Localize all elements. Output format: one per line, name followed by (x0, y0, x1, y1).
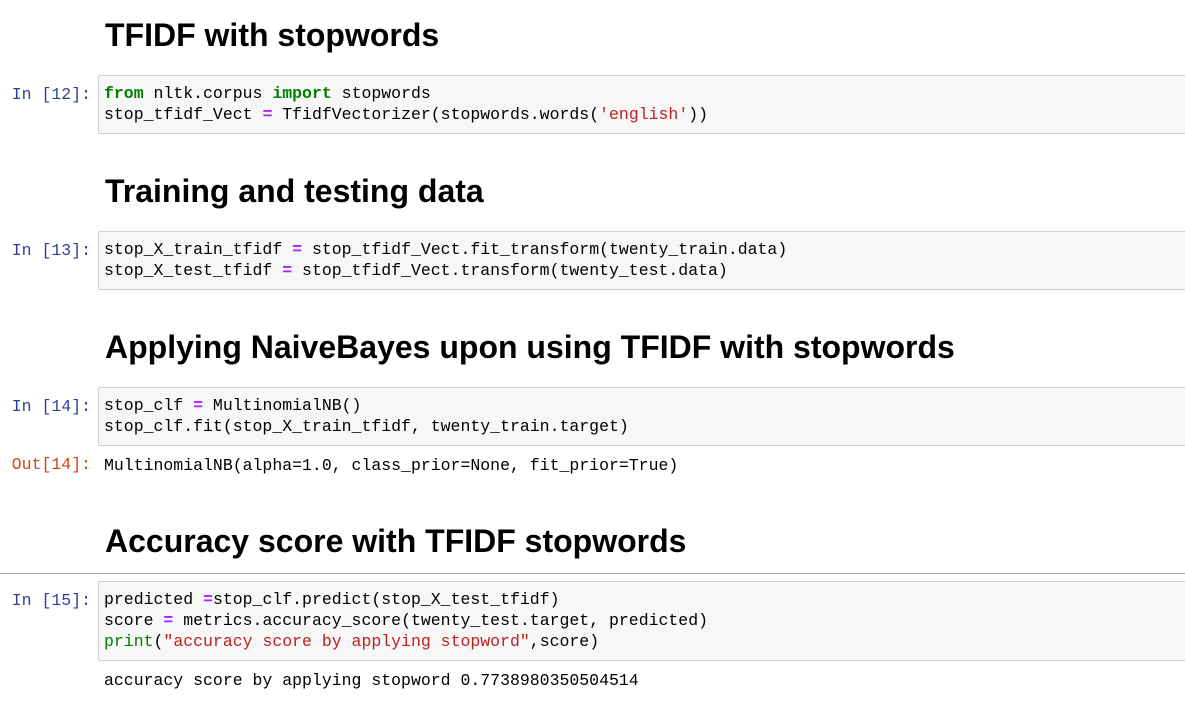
code-line: print("accuracy score by applying stopwo… (104, 631, 1185, 652)
code-cell-editor[interactable]: predicted =stop_clf.predict(stop_X_test_… (98, 581, 1185, 661)
code-token: = (282, 261, 293, 280)
code-token: = (292, 240, 303, 259)
code-token: nltk.corpus (143, 84, 273, 103)
code-line: score = metrics.accuracy_score(twenty_te… (104, 610, 1185, 631)
cell-separator (0, 573, 1185, 574)
code-line: stop_clf.fit(stop_X_train_tfidf, twenty_… (104, 416, 1185, 437)
code-cell-editor[interactable]: from nltk.corpus import stopwords stop_tf… (98, 75, 1185, 134)
input-prompt: In [15]: (11, 591, 91, 610)
code-token: score (104, 611, 164, 630)
code-cell-editor[interactable]: stop_clf = MultinomialNB() stop_clf.fit(s… (98, 387, 1185, 446)
markdown-heading: Accuracy score with TFIDF stopwords (105, 523, 687, 559)
code-token: from (104, 84, 144, 103)
code-token: stop_tfidf_Vect.fit_transform(twenty_tra… (302, 240, 788, 259)
code-token: import (272, 84, 332, 103)
code-token: 'english' (599, 105, 689, 124)
code-token: predicted (104, 590, 204, 609)
code-token: MultinomialNB() (203, 396, 362, 415)
code-token: ( (153, 632, 164, 651)
markdown-heading: TFIDF with stopwords (105, 17, 440, 53)
code-token: metrics.accuracy_score(twenty_test.targe… (173, 611, 709, 630)
code-line: stop_X_test_tfidf = stop_tfidf_Vect.tran… (104, 260, 1185, 281)
code-token: = (193, 396, 204, 415)
code-token: stop_clf.fit(stop_X_train_tfidf, twenty_… (104, 417, 629, 436)
code-token: stop_X_train_tfidf (104, 240, 293, 259)
markdown-heading: Training and testing data (105, 173, 484, 209)
code-token: print (104, 632, 154, 651)
code-line: from nltk.corpus import stopwords (104, 83, 1185, 104)
code-token: )) (688, 105, 709, 124)
code-token: stop_X_test_tfidf (104, 261, 283, 280)
input-prompt: In [13]: (11, 241, 91, 260)
code-line: stop_clf = MultinomialNB() (104, 395, 1185, 416)
code-token: = (163, 611, 174, 630)
markdown-heading: Applying NaiveBayes upon using TFIDF wit… (105, 329, 955, 365)
code-line: stop_X_train_tfidf = stop_tfidf_Vect.fit… (104, 239, 1185, 260)
cell-output-text: MultinomialNB(alpha=1.0, class_prior=Non… (104, 456, 679, 475)
code-token: TfidfVectorizer(stopwords.words( (272, 105, 600, 124)
code-token: stop_clf (104, 396, 194, 415)
code-token: stopwords (331, 84, 431, 103)
input-prompt: In [12]: (11, 85, 91, 104)
code-token: stop_clf.predict(stop_X_test_tfidf) (212, 590, 560, 609)
code-token: = (203, 590, 213, 609)
code-line: stop_tfidf_Vect = TfidfVectorizer(stopwo… (104, 104, 1185, 125)
code-cell-editor[interactable]: stop_X_train_tfidf = stop_tfidf_Vect.fit… (98, 231, 1185, 290)
code-line: predicted =stop_clf.predict(stop_X_test_… (104, 589, 1185, 610)
code-token: = (262, 105, 273, 124)
code-token: stop_tfidf_Vect (104, 105, 263, 124)
code-token: "accuracy score by applying stopword" (163, 632, 530, 651)
input-prompt: In [14]: (11, 397, 91, 416)
cell-output-text: accuracy score by applying stopword 0.77… (104, 671, 639, 690)
code-token: stop_tfidf_Vect.transform(twenty_test.da… (292, 261, 728, 280)
code-token: ,score) (529, 632, 600, 651)
output-prompt: Out[14]: (11, 455, 91, 474)
